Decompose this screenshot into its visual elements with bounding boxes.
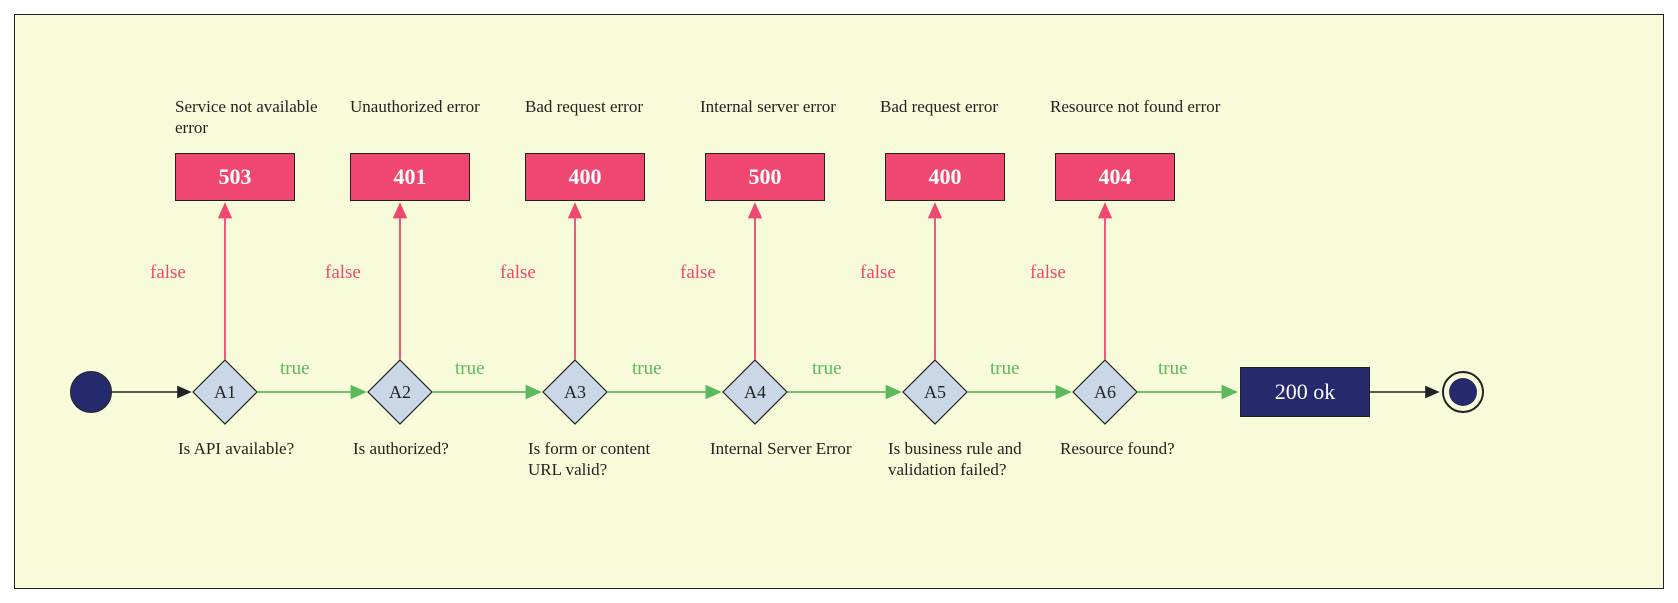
decision-A6-label: A6 [1094,382,1116,402]
error-label-400b: Bad request error [880,96,1040,117]
node-question-A5: Is business rule and validation failed? [888,438,1048,481]
error-label-503: Service not available error [175,96,335,139]
decision-A3-label: A3 [564,382,586,402]
decision-A2-label: A2 [389,382,411,402]
error-box-401: 401 [350,153,470,201]
success-label: 200 ok [1275,379,1336,405]
decision-A5-label: A5 [924,382,946,402]
error-label-400a: Bad request error [525,96,685,117]
error-code: 400 [569,164,602,190]
diagram-canvas: A1 A2 A3 A4 A5 A6 [0,0,1678,603]
start-node [70,371,112,413]
decision-A6: A6 [1073,360,1137,424]
error-code: 400 [929,164,962,190]
error-box-400a: 400 [525,153,645,201]
error-code: 401 [394,164,427,190]
error-code: 404 [1099,164,1132,190]
node-question-A6: Resource found? [1060,438,1230,459]
success-box: 200 ok [1240,367,1370,417]
decision-A4-label: A4 [744,382,766,402]
decision-A5: A5 [903,360,967,424]
node-question-A4: Internal Server Error [710,438,880,459]
error-box-404: 404 [1055,153,1175,201]
error-code: 503 [219,164,252,190]
node-question-A3: Is form or content URL valid? [528,438,678,481]
error-box-500: 500 [705,153,825,201]
node-question-A2: Is authorized? [353,438,523,459]
error-box-503: 503 [175,153,295,201]
node-question-A1: Is API available? [178,438,348,459]
decision-A4: A4 [723,360,787,424]
decision-A2: A2 [368,360,432,424]
decision-A1-label: A1 [214,382,236,402]
diagram-svg: A1 A2 A3 A4 A5 A6 [0,0,1678,603]
error-label-401: Unauthorized error [350,96,510,117]
decision-A1: A1 [193,360,257,424]
error-label-404: Resource not found error [1050,96,1250,117]
error-code: 500 [749,164,782,190]
end-node [1442,371,1484,413]
error-box-400b: 400 [885,153,1005,201]
error-label-500: Internal server error [700,96,860,117]
decision-A3: A3 [543,360,607,424]
